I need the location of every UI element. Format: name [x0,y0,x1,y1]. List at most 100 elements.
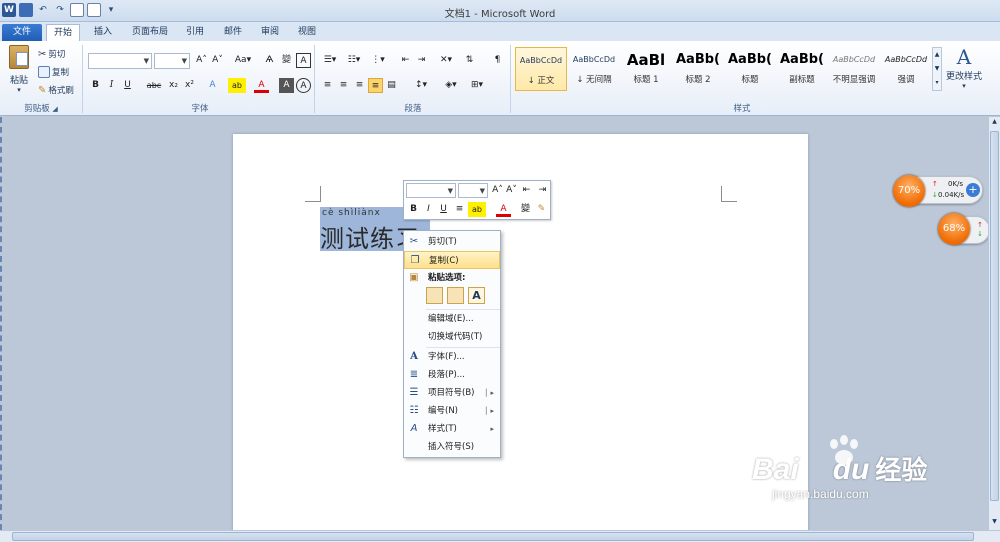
superscript-button[interactable]: x² [182,78,197,93]
mini-center-icon[interactable]: ≡ [452,202,467,217]
paste-button[interactable]: 粘贴 ▾ [6,45,32,101]
font-size-combo[interactable]: ▼ [154,53,190,69]
style-subtle-emphasis[interactable]: AaBbCcDd 不明显强调 [828,47,880,91]
tab-references[interactable]: 引用 [182,24,208,42]
tab-home[interactable]: 开始 [46,24,80,42]
mini-bold-button[interactable]: B [406,202,421,217]
tab-view[interactable]: 视图 [294,24,320,42]
text-effects-button[interactable]: A [205,78,220,93]
tab-file[interactable]: 文件 [2,24,42,42]
tab-review[interactable]: 审阅 [257,24,283,42]
italic-button[interactable]: I [104,78,119,93]
cut-button[interactable]: ✂ 剪切 [38,48,65,61]
menu-copy[interactable]: ❐ 复制(C) [404,251,500,269]
menu-cut[interactable]: ✂ 剪切(T) [404,233,500,251]
menu-toggle-field-codes[interactable]: 切换域代码(T) [404,328,500,346]
line-spacing-icon[interactable]: ↕▾ [410,78,432,93]
paste-keep-format-icon[interactable] [426,287,443,304]
menu-paragraph[interactable]: ≣ 段落(P)... [404,366,500,384]
menu-styles[interactable]: A 样式(T) ▸ [404,420,500,438]
mini-underline-button[interactable]: U [436,202,451,217]
plus-icon[interactable]: + [966,183,980,197]
align-left-icon[interactable]: ≡ [320,78,335,93]
style-heading-2[interactable]: AaBb( 标题 2 [672,47,724,91]
mini-phonetic-button[interactable]: 變 [518,202,533,217]
char-shading-button[interactable]: A [279,78,294,93]
font-group-label: 字体 [191,104,209,114]
memory-usage-orb[interactable]: 68% [938,213,970,245]
style-subtitle[interactable]: AaBb( 副标题 [776,47,828,91]
shrink-font-button[interactable]: A˅ [210,53,225,68]
horizontal-scrollbar[interactable] [0,530,1000,542]
mini-italic-button[interactable]: I [421,202,436,217]
phonetic-guide-button[interactable]: 變 [279,53,294,68]
paste-text-only-icon[interactable]: A [468,287,485,304]
menu-edit-field[interactable]: 编辑域(E)... [404,310,500,328]
menu-bullets[interactable]: ☰ 项目符号(B) │ ▸ [404,384,500,402]
increase-indent-icon[interactable]: ⇥ [414,53,429,68]
show-marks-icon[interactable]: ¶ [490,53,505,68]
tab-mailings[interactable]: 邮件 [220,24,246,42]
group-separator [82,45,83,113]
tab-page-layout[interactable]: 页面布局 [128,24,172,42]
font-color-button[interactable]: A [254,78,269,93]
style-no-spacing[interactable]: AaBbCcDd ↓ 无间隔 [568,47,620,91]
multilevel-list-icon[interactable]: ⋮▾ [368,53,388,68]
underline-button[interactable]: U [120,78,135,93]
paste-merge-format-icon[interactable] [447,287,464,304]
scroll-down-icon[interactable]: ▼ [990,518,999,528]
mini-highlight-button[interactable]: ab [468,202,486,217]
style-heading-1[interactable]: AaBl 标题 1 [620,47,672,91]
mini-grow-font-button[interactable]: A˄ [490,183,505,198]
align-right-icon[interactable]: ≡ [352,78,367,93]
numbering-icon[interactable]: ☷▾ [344,53,364,68]
vertical-scrollbar[interactable]: ▲ ▼ [988,117,1000,530]
style-sample: AaBbCcDd [884,55,928,64]
styles-scroll[interactable]: ▲ ▼ ▾ [932,47,942,91]
mini-format-painter-icon[interactable]: ✎ [534,202,549,217]
subscript-button[interactable]: x₂ [166,78,181,93]
enclose-char-button[interactable]: A [296,78,311,93]
change-styles-button[interactable]: A 更改样式 ▾ [945,45,983,90]
mini-font-name-combo[interactable]: ▼ [406,183,456,198]
mini-font-color-button[interactable]: A [496,202,511,217]
align-center-icon[interactable]: ≡ [336,78,351,93]
style-normal[interactable]: AaBbCcDd ↓ 正文 [515,47,567,91]
char-border-button[interactable]: A [296,53,311,68]
chinese-layout-icon[interactable]: ✕▾ [436,53,456,68]
clear-format-icon[interactable]: Ѧ [262,53,277,68]
upload-speed: 0K/s [948,180,964,188]
mini-decrease-indent-icon[interactable]: ⇤ [519,183,534,198]
strikethrough-button[interactable]: abc [144,78,164,93]
cpu-usage-orb[interactable]: 70% [893,175,925,207]
justify-icon[interactable]: ≡ [368,78,383,93]
style-emphasis[interactable]: AaBbCcDd 强调 [880,47,932,91]
style-title[interactable]: AaBb( 标题 [724,47,776,91]
grow-font-button[interactable]: A˄ [194,53,209,68]
bullets-icon[interactable]: ☰▾ [320,53,340,68]
mini-shrink-font-button[interactable]: A˅ [504,183,519,198]
distributed-icon[interactable]: ▤ [384,78,399,93]
font-name-combo[interactable]: ▼ [88,53,152,69]
menu-insert-symbol[interactable]: 插入符号(S) [404,438,500,456]
shading-icon[interactable]: ◈▾ [440,78,462,93]
bold-button[interactable]: B [88,78,103,93]
copy-button[interactable]: 复制 [38,66,69,78]
scroll-up-icon[interactable]: ▲ [990,118,999,128]
sort-icon[interactable]: ⇅ [462,53,477,68]
menu-numbering[interactable]: ☷ 编号(N) │ ▸ [404,402,500,420]
hscroll-thumb[interactable] [12,532,974,541]
tab-insert[interactable]: 插入 [90,24,116,42]
menu-paste-options: ▣ 粘贴选项: [409,272,466,283]
scroll-thumb[interactable] [990,131,999,501]
change-case-button[interactable]: Aa▾ [232,53,254,68]
borders-icon[interactable]: ⊞▾ [466,78,488,93]
mini-font-size-combo[interactable]: ▼ [458,183,488,198]
ribbon-tabs: 文件 开始 插入 页面布局 引用 邮件 审阅 视图 [0,22,1000,42]
style-name: 标题 2 [685,75,711,85]
mini-increase-indent-icon[interactable]: ⇥ [535,183,550,198]
decrease-indent-icon[interactable]: ⇤ [398,53,413,68]
format-painter-button[interactable]: ✎ 格式刷 [38,84,74,97]
menu-font[interactable]: A 字体(F)... [404,348,500,366]
highlight-button[interactable]: ab [228,78,246,93]
